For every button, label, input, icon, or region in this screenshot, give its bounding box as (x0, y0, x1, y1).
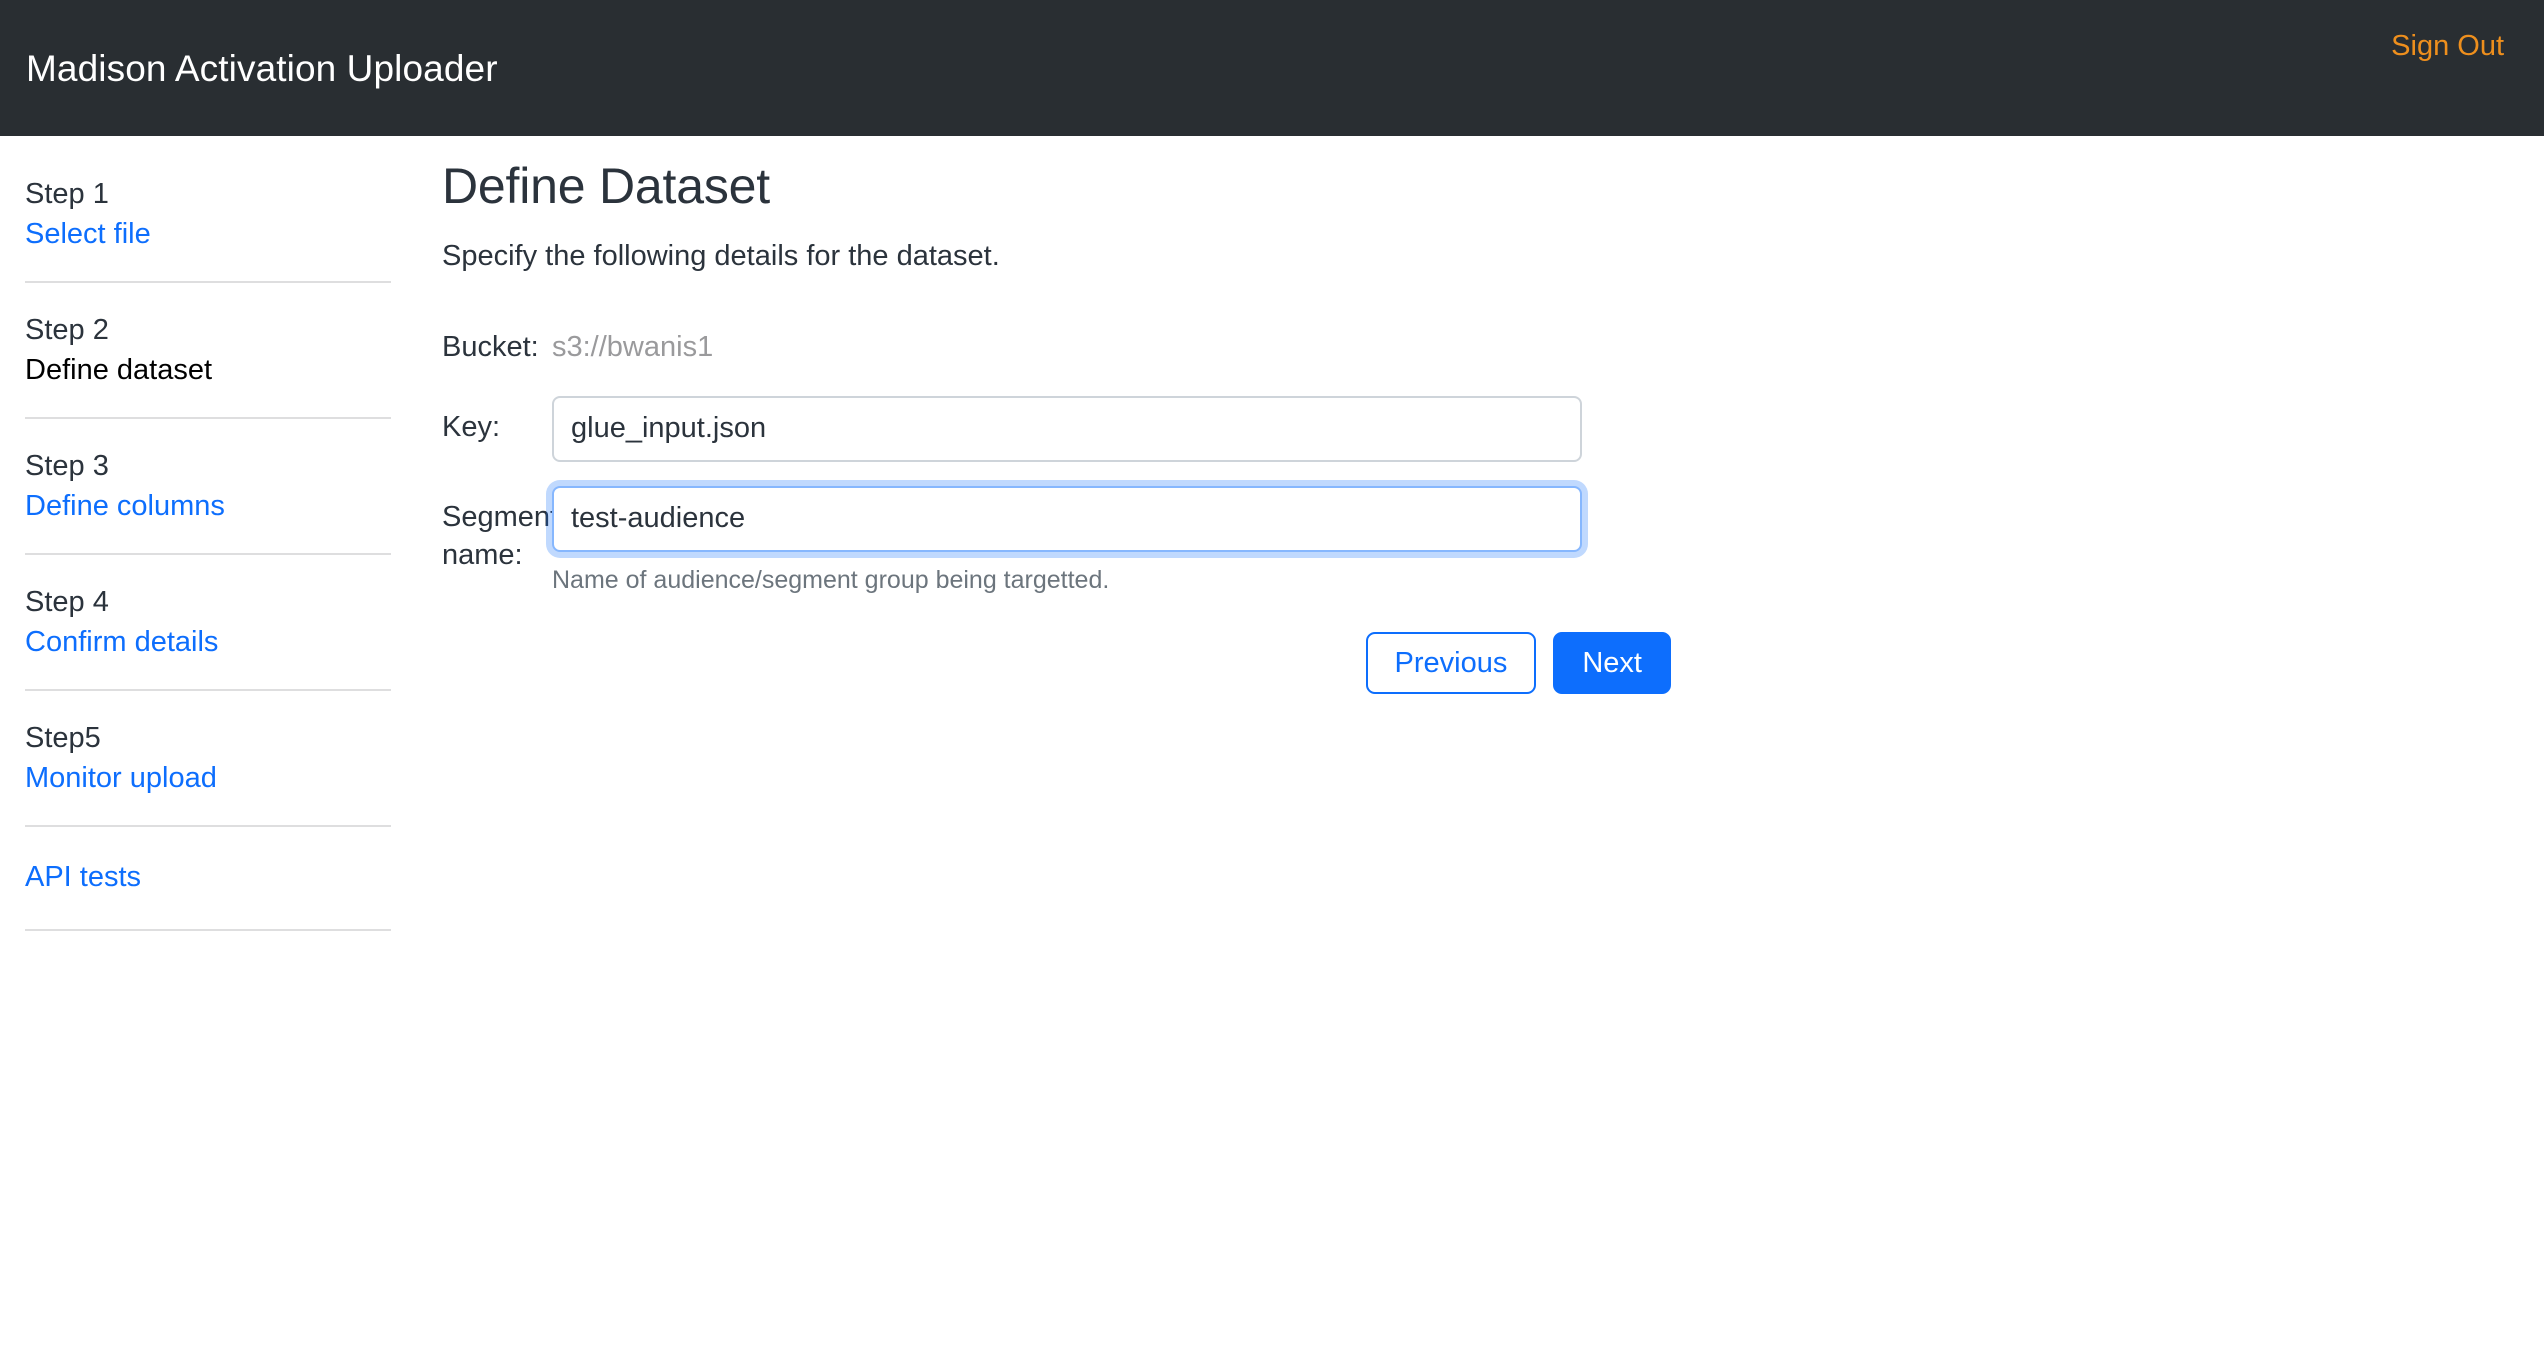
step-link-monitor-upload[interactable]: Monitor upload (25, 758, 391, 798)
step-number-4: Step 4 (25, 582, 391, 622)
page-title: Define Dataset (442, 156, 2544, 216)
sidebar-item-define-dataset[interactable]: Step 2 Define dataset (25, 283, 391, 419)
form-row-key: Key: (442, 396, 1672, 462)
step-link-select-file[interactable]: Select file (25, 214, 391, 254)
main-content: Define Dataset Specify the following det… (420, 136, 2544, 694)
form-row-bucket: Bucket: s3://bwanis1 (442, 316, 1672, 366)
bucket-value: s3://bwanis1 (552, 316, 1582, 366)
next-button[interactable]: Next (1553, 632, 1671, 694)
sidebar-item-monitor-upload[interactable]: Step5 Monitor upload (25, 691, 391, 827)
sidebar-item-define-columns[interactable]: Step 3 Define columns (25, 419, 391, 555)
page-subtitle: Specify the following details for the da… (442, 238, 2544, 276)
step-number-3: Step 3 (25, 446, 391, 486)
segment-name-label-line1: Segment (442, 501, 558, 533)
bucket-label: Bucket: (442, 316, 552, 366)
steps-sidebar: Step 1 Select file Step 2 Define dataset… (0, 136, 420, 931)
step-number-1: Step 1 (25, 174, 391, 214)
form-row-segment-name: Segment name: Name of audience/segment g… (442, 486, 1672, 597)
previous-button[interactable]: Previous (1366, 632, 1537, 694)
segment-name-help-text: Name of audience/segment group being tar… (552, 564, 1582, 597)
wizard-button-bar: Previous Next (442, 632, 1672, 694)
sidebar-item-confirm-details[interactable]: Step 4 Confirm details (25, 555, 391, 691)
segment-name-input[interactable] (552, 486, 1582, 552)
sidebar-item-api-tests[interactable]: API tests (25, 827, 391, 931)
segment-name-label: Segment name: (442, 486, 552, 575)
page-body: Step 1 Select file Step 2 Define dataset… (0, 136, 2544, 931)
sign-out-link[interactable]: Sign Out (2391, 32, 2504, 61)
step-number-5: Step5 (25, 718, 391, 758)
step-link-define-dataset: Define dataset (25, 350, 391, 390)
sidebar-item-select-file[interactable]: Step 1 Select file (25, 164, 391, 283)
step-link-confirm-details[interactable]: Confirm details (25, 622, 391, 662)
key-label: Key: (442, 396, 552, 446)
segment-name-label-line2: name: (442, 539, 523, 571)
key-input[interactable] (552, 396, 1582, 462)
step-number-2: Step 2 (25, 310, 391, 350)
app-title: Madison Activation Uploader (26, 50, 498, 87)
dataset-form: Bucket: s3://bwanis1 Key: Segment name: (442, 316, 1672, 597)
top-navbar: Madison Activation Uploader Sign Out (0, 0, 2544, 136)
step-link-define-columns[interactable]: Define columns (25, 486, 391, 526)
step-link-api-tests[interactable]: API tests (25, 857, 391, 897)
